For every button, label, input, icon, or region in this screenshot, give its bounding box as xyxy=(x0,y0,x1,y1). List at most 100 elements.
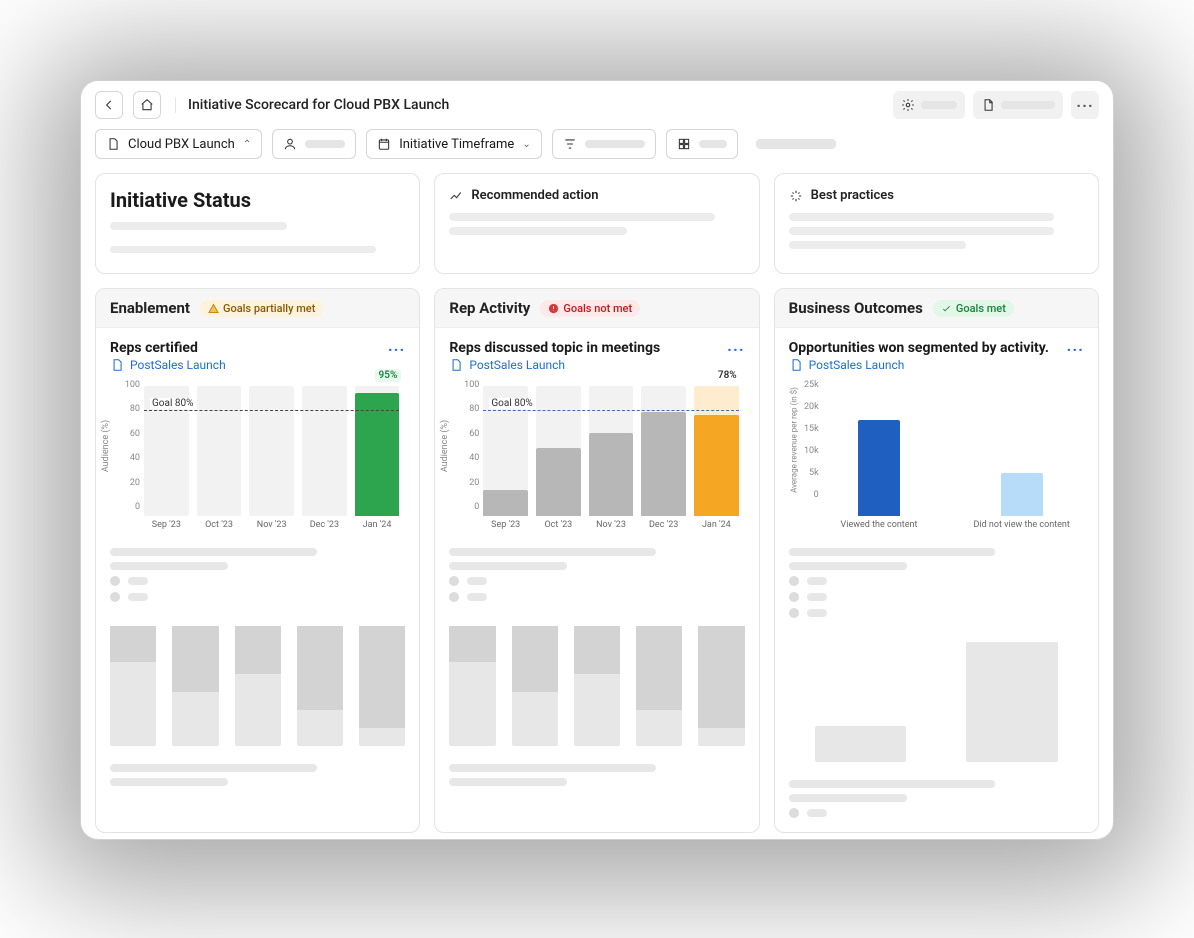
reps-certified-menu[interactable]: ··· xyxy=(388,340,405,359)
skeleton xyxy=(789,227,1055,235)
summary-row: Initiative Status Recommended action Bes… xyxy=(95,173,1099,274)
skeleton xyxy=(449,227,626,235)
skeleton xyxy=(699,140,727,148)
page-title: Initiative Scorecard for Cloud PBX Launc… xyxy=(175,97,883,113)
skeleton-block xyxy=(435,756,758,794)
reps-certified-value-label: 95% xyxy=(375,369,402,382)
y-axis-label: Audience (%) xyxy=(440,420,450,472)
trend-icon xyxy=(449,189,463,203)
reps-discussed-title: Reps discussed topic in meetings xyxy=(449,340,660,356)
topbar: Initiative Scorecard for Cloud PBX Launc… xyxy=(81,81,1113,129)
error-icon xyxy=(548,303,559,314)
enablement-badge-label: Goals partially met xyxy=(223,302,315,315)
user-icon xyxy=(283,137,297,151)
rep-activity-header: Rep Activity Goals not met xyxy=(435,289,758,328)
rep-activity-title: Rep Activity xyxy=(449,299,530,317)
opportunities-won-chart: 25k 20k 15k 10k 5k 0 Average revenue per… xyxy=(789,380,1084,530)
arrow-left-icon xyxy=(102,98,116,112)
chevron-down-icon: ⌄ xyxy=(522,139,530,150)
enablement-status-badge: Goals partially met xyxy=(200,300,323,317)
skeleton-chart xyxy=(775,632,1098,772)
sparkle-icon xyxy=(789,189,803,203)
document-icon xyxy=(106,137,120,151)
goal-line xyxy=(144,410,399,411)
rep-activity-status-badge: Goals not met xyxy=(540,300,640,317)
enablement-header: Enablement Goals partially met xyxy=(96,289,419,328)
reps-discussed-menu[interactable]: ··· xyxy=(727,340,744,359)
skeleton-block xyxy=(96,540,419,616)
reps-discussed-value-label: 78% xyxy=(714,369,741,382)
reps-discussed-card: Reps discussed topic in meetings PostSal… xyxy=(435,328,758,540)
recommended-action-title: Recommended action xyxy=(471,188,598,203)
skeleton xyxy=(1001,101,1055,109)
business-outcomes-title: Business Outcomes xyxy=(789,299,923,317)
warning-icon xyxy=(208,303,219,314)
columns-row: Enablement Goals partially met Reps cert… xyxy=(95,288,1099,833)
initiative-picker-label: Cloud PBX Launch xyxy=(128,137,235,152)
back-button[interactable] xyxy=(95,91,123,119)
home-button[interactable] xyxy=(133,91,161,119)
skeleton xyxy=(449,213,715,221)
recommended-action-card: Recommended action xyxy=(434,173,759,274)
grid-icon xyxy=(677,137,691,151)
dashboard-body: Initiative Status Recommended action Bes… xyxy=(81,173,1113,839)
opportunities-won-title: Opportunities won segmented by activity. xyxy=(789,340,1049,356)
check-icon xyxy=(941,303,952,314)
rep-activity-badge-label: Goals not met xyxy=(563,302,632,315)
reps-certified-source-label: PostSales Launch xyxy=(130,358,226,372)
app-frame: Initiative Scorecard for Cloud PBX Launc… xyxy=(80,80,1114,840)
skeleton xyxy=(789,241,966,249)
document-icon xyxy=(449,358,463,372)
chevron-up-icon: ⌃ xyxy=(243,139,251,150)
goal-label: Goal 80% xyxy=(150,398,195,409)
reps-discussed-source-label: PostSales Launch xyxy=(469,358,565,372)
opportunities-won-source-label: PostSales Launch xyxy=(809,358,905,372)
initiative-status-title: Initiative Status xyxy=(110,188,405,212)
opportunities-won-card: Opportunities won segmented by activity.… xyxy=(775,328,1098,540)
reps-discussed-source-link[interactable]: PostSales Launch xyxy=(449,358,660,372)
view-button[interactable] xyxy=(666,129,738,159)
document-icon xyxy=(110,358,124,372)
y-axis-label: Average revenue per rep (in $) xyxy=(789,387,798,493)
skeleton xyxy=(110,222,287,230)
goal-label: Goal 80% xyxy=(489,398,534,409)
filter-button[interactable] xyxy=(552,129,656,159)
y-axis: 100 80 60 40 20 0 Audience (%) xyxy=(110,380,140,512)
skeleton xyxy=(585,140,645,148)
skeleton xyxy=(756,139,836,149)
filter-icon xyxy=(563,137,577,151)
goal-line xyxy=(483,410,738,411)
best-practices-title: Best practices xyxy=(811,188,894,203)
initiative-picker[interactable]: Cloud PBX Launch ⌃ xyxy=(95,129,262,159)
skeleton-block xyxy=(96,756,419,794)
user-filter[interactable] xyxy=(272,129,356,159)
rep-activity-column: Rep Activity Goals not met Reps discusse… xyxy=(434,288,759,833)
reps-certified-card: Reps certified PostSales Launch ··· 100 xyxy=(96,328,419,540)
ellipsis-icon: ··· xyxy=(1076,96,1093,115)
enablement-column: Enablement Goals partially met Reps cert… xyxy=(95,288,420,833)
home-icon xyxy=(140,98,154,112)
y-axis-label: Audience (%) xyxy=(101,420,111,472)
skeleton-block xyxy=(435,540,758,616)
opportunities-won-menu[interactable]: ··· xyxy=(1067,340,1084,359)
skeleton-block xyxy=(775,540,1098,632)
document-icon xyxy=(981,98,995,112)
timeframe-picker-label: Initiative Timeframe xyxy=(399,137,514,152)
business-outcomes-badge-label: Goals met xyxy=(956,302,1006,315)
timeframe-picker[interactable]: Initiative Timeframe ⌄ xyxy=(366,129,542,159)
more-button[interactable]: ··· xyxy=(1071,91,1099,119)
best-practices-card: Best practices xyxy=(774,173,1099,274)
skeleton-block xyxy=(775,772,1098,832)
export-button[interactable] xyxy=(973,91,1063,119)
skeleton xyxy=(305,140,345,148)
skeleton xyxy=(789,213,1055,221)
enablement-title: Enablement xyxy=(110,299,190,317)
skeleton xyxy=(921,101,957,109)
filter-bar: Cloud PBX Launch ⌃ Initiative Timeframe … xyxy=(81,129,1113,173)
calendar-icon xyxy=(377,137,391,151)
business-outcomes-header: Business Outcomes Goals met xyxy=(775,289,1098,328)
reps-certified-source-link[interactable]: PostSales Launch xyxy=(110,358,226,372)
settings-button[interactable] xyxy=(893,91,965,119)
opportunities-won-source-link[interactable]: PostSales Launch xyxy=(789,358,1049,372)
skeleton-chart xyxy=(96,616,419,756)
